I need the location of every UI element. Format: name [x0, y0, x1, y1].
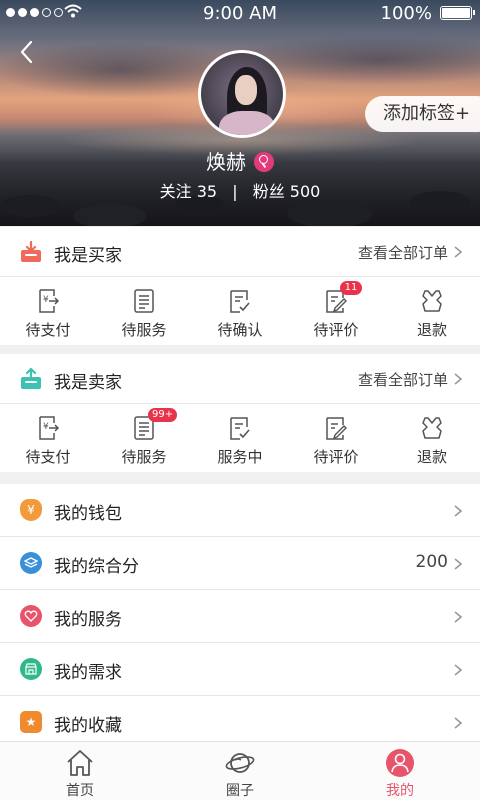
seller-item-label: 待支付	[25, 448, 71, 466]
chevron-right-icon	[454, 558, 462, 570]
seller-item-label: 待服务	[121, 448, 167, 466]
seller-item-label: 服务中	[217, 448, 263, 466]
buyer-pending-payment[interactable]: ¥ 待支付	[0, 277, 96, 345]
chevron-right-icon	[454, 505, 462, 517]
tab-home[interactable]: 首页	[0, 742, 160, 800]
seller-pending-review[interactable]: 待评价	[288, 404, 384, 472]
pending-service-icon	[134, 289, 154, 313]
pending-confirm-icon	[230, 290, 250, 313]
review-count-badge: 11	[340, 281, 362, 295]
menu-item-wallet[interactable]: ¥ 我的钱包	[0, 484, 480, 537]
star-icon: ★	[20, 711, 42, 733]
seller-title: 我是卖家	[54, 373, 122, 393]
tab-label: 我的	[386, 783, 414, 799]
home-icon	[67, 750, 93, 776]
buyer-inbox-icon	[21, 241, 41, 262]
stats-separator: |	[232, 182, 238, 201]
tab-circle[interactable]: 圈子	[160, 742, 320, 800]
status-bar: 9:00 AM 100%	[0, 0, 480, 26]
fans-count: 500	[289, 182, 321, 201]
chevron-right-icon	[454, 246, 462, 258]
chevron-right-icon	[454, 611, 462, 623]
seller-in-service[interactable]: 服务中	[192, 404, 288, 472]
follow-stats: 关注 35 | 粉丝 500	[0, 178, 480, 202]
seller-item-label: 退款	[416, 448, 447, 466]
menu-list: ¥ 我的钱包 我的综合分 200 我的服务 我的需求 ★ 我的收藏	[0, 484, 480, 749]
tab-label: 圈子	[226, 783, 254, 799]
seller-item-label: 待评价	[313, 448, 359, 466]
battery-percentage: 100%	[380, 3, 432, 24]
user-profile-icon	[386, 749, 414, 777]
buyer-pending-review[interactable]: 11 待评价	[288, 277, 384, 345]
username-text: 焕赫	[206, 150, 246, 174]
buyer-view-all-orders[interactable]: 查看全部订单	[358, 242, 448, 263]
buyer-header[interactable]: 我是买家 查看全部订单	[0, 227, 480, 277]
following-stat[interactable]: 关注 35	[160, 182, 217, 201]
service-count-badge: 99+	[148, 408, 178, 422]
menu-item-label: 我的综合分	[54, 557, 139, 577]
seller-inbox-icon	[21, 368, 41, 389]
menu-item-demands[interactable]: 我的需求	[0, 643, 480, 696]
buyer-item-label: 待评价	[313, 321, 359, 339]
svg-text:¥: ¥	[43, 422, 49, 432]
planet-icon	[225, 753, 255, 773]
fans-stat[interactable]: 粉丝 500	[253, 182, 321, 201]
svg-text:¥: ¥	[43, 295, 49, 305]
battery-icon	[440, 6, 475, 20]
seller-header[interactable]: 我是卖家 查看全部订单	[0, 354, 480, 404]
tab-label: 首页	[66, 783, 94, 799]
seller-order-status-row: ¥ 待支付 99+ 待服务 服务中 待评价 退款	[0, 404, 480, 472]
menu-item-label: 我的收藏	[54, 716, 122, 736]
buyer-item-label: 待服务	[121, 321, 167, 339]
menu-item-label: 我的钱包	[54, 504, 122, 524]
chevron-right-icon	[454, 664, 462, 676]
menu-item-score[interactable]: 我的综合分 200	[0, 537, 480, 590]
female-gender-icon	[254, 151, 274, 172]
heart-handshake-icon	[20, 605, 42, 627]
seller-pending-service[interactable]: 99+ 待服务	[96, 404, 192, 472]
menu-item-label: 我的服务	[54, 610, 122, 630]
following-count: 35	[196, 182, 218, 201]
pending-review-icon	[326, 417, 347, 440]
chevron-right-icon	[454, 373, 462, 385]
buyer-refund[interactable]: 退款	[384, 277, 480, 345]
layers-icon	[20, 552, 42, 574]
bottom-tab-bar: 首页 圈子 我的	[0, 741, 480, 800]
buyer-item-label: 退款	[416, 321, 447, 339]
pending-payment-icon: ¥	[39, 289, 60, 313]
buyer-order-status-row: ¥ 待支付 待服务 待确认 11 待评价 退款	[0, 277, 480, 345]
refund-icon	[422, 417, 442, 439]
seller-view-all-orders[interactable]: 查看全部订单	[358, 369, 448, 390]
buyer-item-label: 待确认	[217, 321, 263, 339]
buyer-title: 我是买家	[54, 246, 122, 266]
seller-section: 我是卖家 查看全部订单 ¥ 待支付 99+ 待服务 服务中 待评价 退款	[0, 354, 480, 472]
storefront-icon	[20, 658, 42, 680]
avatar[interactable]	[198, 50, 286, 138]
profile-header: 9:00 AM 100% 添加标签+ 焕赫 关注 35 | 粉丝 500	[0, 0, 480, 226]
following-label: 关注	[159, 182, 192, 201]
buyer-section: 我是买家 查看全部订单 ¥ 待支付 待服务 待确认 11 待评价 退款	[0, 227, 480, 345]
menu-item-label: 我的需求	[54, 663, 122, 683]
wallet-bag-icon: ¥	[20, 499, 42, 521]
tab-mine[interactable]: 我的	[320, 742, 480, 800]
buyer-pending-confirm[interactable]: 待确认	[192, 277, 288, 345]
buyer-item-label: 待支付	[25, 321, 71, 339]
add-tag-button[interactable]: 添加标签+	[365, 96, 480, 132]
chevron-right-icon	[454, 717, 462, 729]
seller-refund[interactable]: 退款	[384, 404, 480, 472]
seller-pending-payment[interactable]: ¥ 待支付	[0, 404, 96, 472]
username: 焕赫	[0, 146, 480, 175]
menu-item-services[interactable]: 我的服务	[0, 590, 480, 643]
in-service-icon	[230, 417, 250, 440]
refund-icon	[422, 290, 442, 312]
score-value: 200	[415, 552, 448, 572]
back-button[interactable]	[16, 38, 38, 66]
buyer-pending-service[interactable]: 待服务	[96, 277, 192, 345]
fans-label: 粉丝	[252, 182, 285, 201]
pending-payment-icon: ¥	[39, 416, 60, 440]
